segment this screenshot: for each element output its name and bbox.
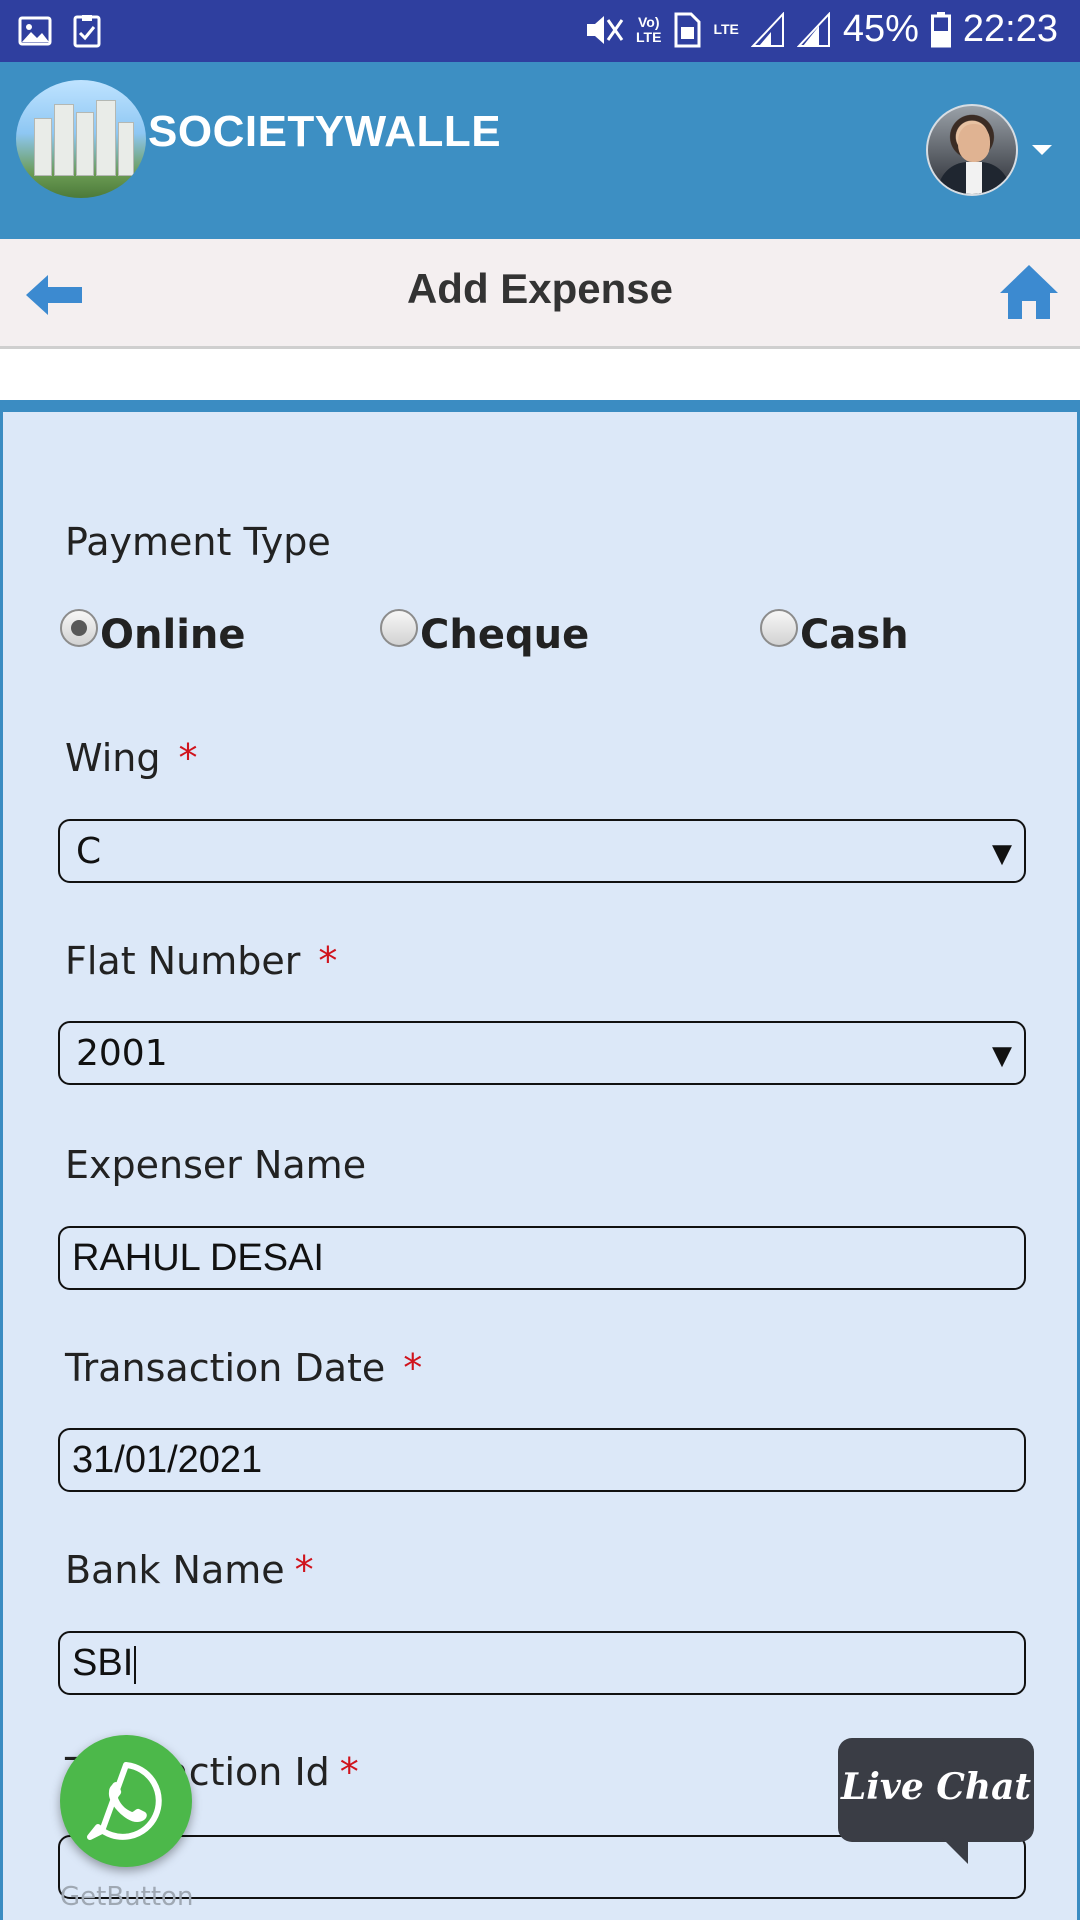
- home-icon[interactable]: [998, 263, 1060, 321]
- signal-icon: [750, 11, 785, 48]
- page-title-bar: Add Expense: [0, 239, 1080, 349]
- mute-icon: [584, 12, 624, 48]
- radio-cash-button[interactable]: [760, 609, 798, 647]
- radio-cheque[interactable]: Cheque: [380, 609, 590, 658]
- radio-online-label: Online: [100, 612, 246, 658]
- live-chat-button[interactable]: Live Chat: [838, 1738, 1034, 1864]
- bank-name-value: SBI: [72, 1642, 137, 1685]
- wing-select[interactable]: C ▼: [58, 819, 1026, 883]
- flat-number-select[interactable]: 2001 ▼: [58, 1021, 1026, 1085]
- transaction-date-label: Transaction Date *: [65, 1346, 423, 1390]
- battery-percent: 45%: [842, 8, 919, 50]
- live-chat-label: Live Chat: [840, 1766, 1032, 1808]
- flat-number-label: Flat Number *: [65, 939, 338, 983]
- radio-cheque-label: Cheque: [420, 612, 590, 658]
- society-logo[interactable]: [16, 80, 146, 198]
- radio-cash[interactable]: Cash: [760, 609, 909, 658]
- radio-online-button[interactable]: [60, 609, 98, 647]
- radio-cash-label: Cash: [800, 612, 909, 658]
- flat-dropdown-icon: ▼: [992, 1041, 1012, 1071]
- volte-indicator: Vo) LTE: [636, 13, 662, 45]
- transaction-id-input[interactable]: [58, 1835, 1026, 1899]
- expenser-name-input[interactable]: RAHUL DESAI: [58, 1226, 1026, 1290]
- signal-icon-2: [796, 11, 831, 48]
- status-bar: Vo) LTE LTE 45% 22:23: [0, 0, 1080, 62]
- profile-menu-caret-icon[interactable]: [1032, 145, 1052, 155]
- sim-icon: [673, 12, 701, 48]
- payment-type-label: Payment Type: [65, 520, 331, 564]
- whatsapp-button[interactable]: [60, 1735, 192, 1867]
- text-cursor: [134, 1645, 137, 1684]
- clock: 22:23: [962, 8, 1058, 50]
- radio-cheque-button[interactable]: [380, 609, 418, 647]
- chat-bubble-tail: [942, 1838, 968, 1864]
- task-check-icon: [73, 15, 101, 48]
- bank-name-label: Bank Name *: [65, 1548, 314, 1592]
- wing-dropdown-icon: ▼: [992, 839, 1012, 869]
- gallery-icon: [18, 16, 52, 46]
- app-header: SOCIETYWALLE: [0, 62, 1080, 239]
- wing-label: Wing *: [65, 736, 198, 780]
- transaction-date-input[interactable]: 31/01/2021: [58, 1428, 1026, 1492]
- transaction-date-value: 31/01/2021: [72, 1439, 263, 1481]
- user-avatar[interactable]: [926, 104, 1018, 196]
- expenser-name-value: RAHUL DESAI: [72, 1237, 324, 1279]
- flat-number-value: 2001: [76, 1033, 168, 1074]
- wing-value: C: [76, 831, 102, 872]
- battery-icon: [930, 11, 951, 48]
- page-title: Add Expense: [406, 265, 674, 312]
- getbutton-credit[interactable]: GetButton: [60, 1882, 193, 1912]
- brand-name: SOCIETYWALLE: [148, 107, 502, 156]
- radio-online[interactable]: Online: [60, 609, 246, 658]
- expenser-name-label: Expenser Name: [65, 1143, 367, 1187]
- lte-indicator: LTE: [713, 21, 739, 37]
- bank-name-input[interactable]: SBI: [58, 1631, 1026, 1695]
- whatsapp-icon: [87, 1762, 162, 1840]
